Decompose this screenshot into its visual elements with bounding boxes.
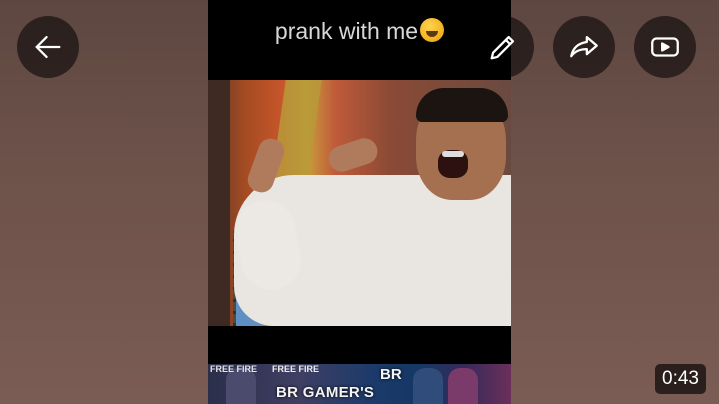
media-viewer: prank with me FREE FIRE FREE FIRE BR GAM…	[0, 0, 719, 404]
laughing-emoji-icon	[420, 18, 445, 42]
banner-channel-short: BR	[380, 366, 402, 383]
scene-wall	[208, 80, 230, 326]
scene-person-teeth	[442, 151, 464, 157]
banner-channel-name: BR GAMER'S	[276, 384, 375, 401]
pencil-icon	[490, 35, 515, 60]
edit-button[interactable]	[472, 16, 534, 78]
share-arrow-icon	[570, 35, 598, 58]
scene-curtain	[270, 80, 322, 190]
video-caption: prank with me	[208, 18, 511, 45]
scene-person-hand	[325, 134, 381, 176]
open-in-youtube-button[interactable]	[634, 16, 696, 78]
banner-brand-small: FREE FIRE	[210, 364, 258, 374]
video-frame	[208, 80, 511, 326]
banner-brand-small: FREE FIRE	[272, 364, 320, 374]
share-button[interactable]	[553, 16, 615, 78]
youtube-play-icon	[651, 37, 679, 57]
video-duration: 0:43	[655, 364, 706, 394]
caption-text: prank with me	[274, 18, 419, 44]
arrow-left-icon	[35, 35, 61, 59]
video-player[interactable]: prank with me FREE FIRE FREE FIRE BR GAM…	[208, 0, 511, 404]
banner-character	[413, 368, 443, 404]
scene-person-hair	[416, 88, 508, 122]
back-button[interactable]	[17, 16, 79, 78]
channel-banner: FREE FIRE FREE FIRE BR GAMER'S BR	[208, 364, 511, 404]
banner-character	[448, 368, 478, 404]
